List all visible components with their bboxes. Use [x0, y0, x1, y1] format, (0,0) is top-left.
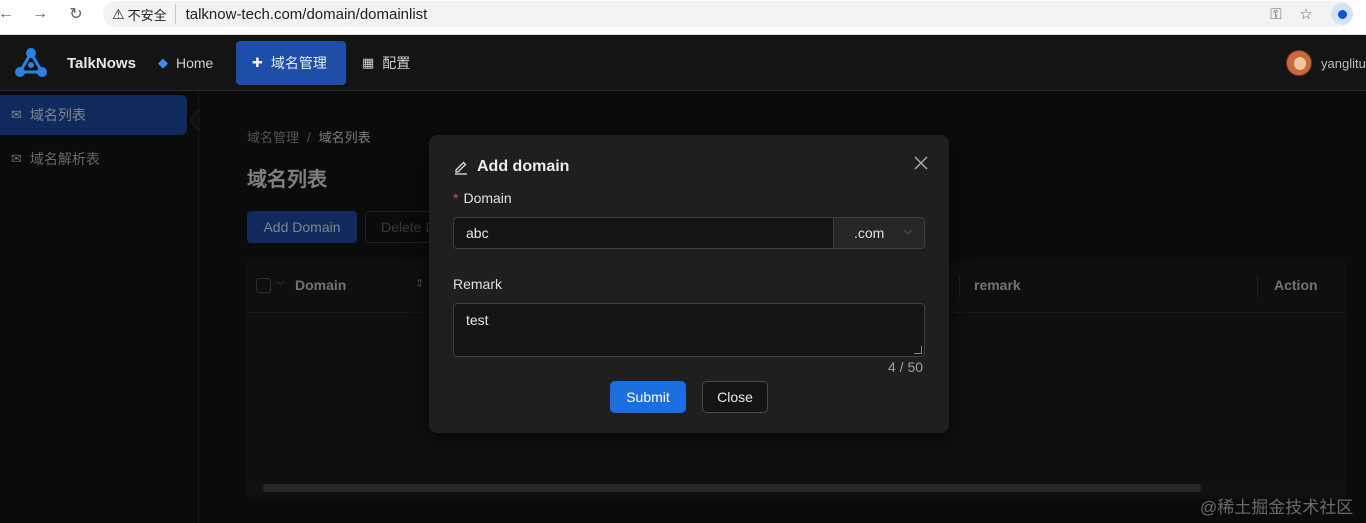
profile-icon[interactable] [1331, 3, 1353, 25]
menu-item-label: 域名管理 [270, 55, 327, 71]
menu-item-home[interactable]: ◆ Home [142, 41, 229, 85]
puzzle-icon: ✚ [252, 55, 263, 70]
menu-item-label: Home [176, 55, 214, 71]
diamond-icon: ◆ [158, 55, 168, 70]
forward-arrow-icon[interactable]: → [28, 2, 52, 26]
menu-item-domain-management[interactable]: ✚ 域名管理 [236, 41, 346, 85]
remark-textarea[interactable]: test [453, 303, 925, 357]
char-counter: 4 / 50 [888, 359, 924, 375]
domain-label-text: Domain [463, 190, 512, 206]
close-icon[interactable] [911, 153, 931, 173]
chevron-down-icon: ⌵ [903, 225, 912, 237]
reload-icon[interactable]: ↻ [64, 2, 88, 26]
star-icon[interactable]: ☆ [1291, 5, 1321, 23]
required-marker: * [453, 190, 459, 206]
security-label: 不安全 [127, 7, 167, 23]
user-menu[interactable]: yanglitu [1286, 50, 1366, 76]
close-button[interactable]: Close [702, 381, 768, 413]
edit-icon [455, 161, 467, 175]
dialog-title: Add domain [453, 158, 569, 176]
remark-text: test [466, 312, 489, 328]
add-domain-dialog: Add domain * Domain abc .com ⌵ Remark tes… [429, 135, 949, 433]
suffix-value: .com [854, 225, 885, 241]
browser-toolbar: ← → ↻ ⚠ 不安全 talknow-tech.com/domain/doma… [0, 0, 1366, 35]
back-arrow-icon[interactable]: ← [0, 2, 18, 26]
dialog-title-text: Add domain [477, 158, 570, 175]
domain-input[interactable]: abc [454, 218, 833, 248]
warning-icon: ⚠ [112, 5, 125, 22]
grid-icon: ▦ [362, 55, 375, 70]
remark-label: Remark [453, 276, 503, 292]
address-bar[interactable]: ⚠ 不安全 talknow-tech.com/domain/domainlist… [103, 1, 1353, 27]
app-header: TalkNows ◆ Home ✚ 域名管理 ▦ 配置 yanglitu [0, 35, 1366, 91]
app-name: TalkNows [67, 55, 136, 72]
key-icon[interactable]: ⚿ [1261, 6, 1291, 23]
menu-item-label: 配置 [382, 55, 411, 71]
watermark: @稀土掘金技术社区 [1200, 498, 1354, 517]
domain-label: * Domain [453, 190, 512, 206]
resize-handle-icon[interactable] [914, 346, 922, 354]
domain-suffix-select[interactable]: .com ⌵ [833, 218, 924, 248]
security-indicator[interactable]: ⚠ 不安全 [112, 4, 176, 24]
app-logo-icon [15, 48, 47, 77]
menu-item-config[interactable]: ▦ 配置 [346, 41, 426, 85]
url-text[interactable]: talknow-tech.com/domain/domainlist [186, 6, 428, 23]
username: yanglitu [1321, 55, 1366, 71]
submit-button[interactable]: Submit [610, 381, 686, 413]
avatar[interactable] [1286, 50, 1312, 76]
domain-input-group: abc .com ⌵ [453, 217, 925, 249]
